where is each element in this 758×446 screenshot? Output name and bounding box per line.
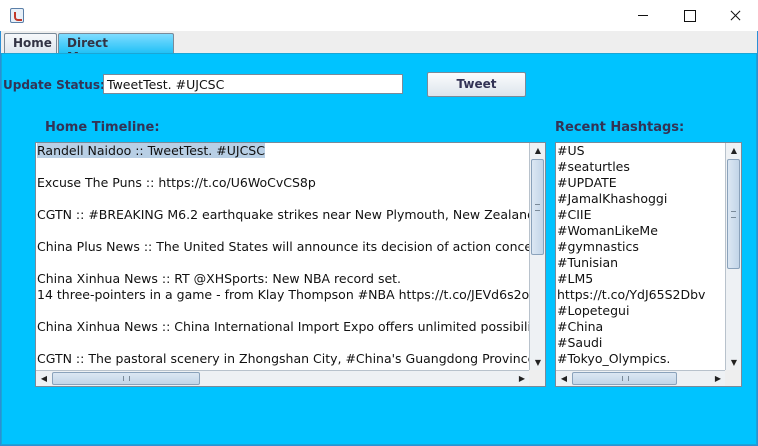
tweet-button[interactable]: Tweet <box>427 72 526 97</box>
list-item-text: #CIIE <box>557 207 592 222</box>
list-item[interactable]: Randell Naidoo :: TweetTest. #UJCSC <box>36 143 530 159</box>
timeline-vertical-scrollbar[interactable]: ▲ ▼ <box>529 143 545 371</box>
home-timeline-list[interactable]: Randell Naidoo :: TweetTest. #UJCSCExcus… <box>35 142 546 387</box>
list-item[interactable]: #LM5 <box>556 271 726 287</box>
scroll-thumb[interactable] <box>727 159 740 269</box>
close-button[interactable] <box>712 0 758 31</box>
list-item-text: China Plus News :: The United States wil… <box>37 239 530 254</box>
list-item-text: #Tunisian <box>557 255 619 270</box>
list-item-text: 14 three-pointers in a game - from Klay … <box>37 287 530 302</box>
tab-direct-messages[interactable]: Direct Messages <box>58 33 174 64</box>
tab-home[interactable]: Home <box>4 33 57 53</box>
list-item[interactable]: #WomanLikeMe <box>556 223 726 239</box>
scroll-down-arrow-icon[interactable]: ▼ <box>530 355 545 371</box>
list-item-text: #Lopetegui <box>557 303 630 318</box>
list-item[interactable]: #JamalKhashoggi <box>556 191 726 207</box>
list-item[interactable]: #gymnastics <box>556 239 726 255</box>
scroll-thumb[interactable] <box>52 372 200 385</box>
list-item[interactable] <box>36 303 530 319</box>
list-item[interactable]: China Xinhua News :: RT @XHSports: New N… <box>36 271 530 287</box>
list-item-text: #seaturtles <box>557 159 630 174</box>
title-bar <box>0 0 758 31</box>
scroll-corner <box>725 370 741 386</box>
scroll-left-arrow-icon[interactable]: ◀ <box>556 371 572 386</box>
recent-hashtags-list[interactable]: #US #seaturtles #UPDATE #JamalKhashoggi #CII… <box>555 142 742 387</box>
list-item[interactable]: 14 three-pointers in a game - from Klay … <box>36 287 530 303</box>
home-timeline-heading: Home Timeline: <box>45 120 160 135</box>
list-item[interactable] <box>36 191 530 207</box>
list-item[interactable]: Excuse The Puns :: https://t.co/U6WoCvCS… <box>36 175 530 191</box>
scroll-up-arrow-icon[interactable]: ▲ <box>726 143 741 159</box>
maximize-button[interactable] <box>666 0 712 31</box>
list-item[interactable]: #CIIE <box>556 207 726 223</box>
scroll-thumb[interactable] <box>572 372 677 385</box>
list-item-text: #Tokyo_Olympics. <box>557 351 671 366</box>
hashtags-vertical-scrollbar[interactable]: ▲ ▼ <box>725 143 741 371</box>
list-item[interactable]: China Plus News :: The United States wil… <box>36 239 530 255</box>
list-item-text: Excuse The Puns :: https://t.co/U6WoCvCS… <box>37 175 316 190</box>
list-item-text: #US <box>557 143 585 158</box>
list-item[interactable] <box>36 255 530 271</box>
recent-hashtags-heading: Recent Hashtags: <box>555 120 685 135</box>
list-item[interactable]: https://t.co/YdJ65S2Dbv <box>556 287 726 303</box>
list-item[interactable]: #Tunisian <box>556 255 726 271</box>
list-item-text: #UPDATE <box>557 175 617 190</box>
list-item[interactable] <box>36 159 530 175</box>
scroll-down-arrow-icon[interactable]: ▼ <box>726 355 741 371</box>
list-item-text: China Xinhua News :: China International… <box>37 319 530 334</box>
list-item-text: CGTN :: #BREAKING M6.2 earthquake strike… <box>37 207 530 222</box>
list-item-text: #Saudi <box>557 335 603 350</box>
scroll-right-arrow-icon[interactable]: ▶ <box>514 371 530 386</box>
hashtags-horizontal-scrollbar[interactable]: ◀ ▶ <box>556 370 726 386</box>
scroll-up-arrow-icon[interactable]: ▲ <box>530 143 545 159</box>
timeline-horizontal-scrollbar[interactable]: ◀ ▶ <box>36 370 530 386</box>
update-status-label: Update Status: <box>3 78 105 92</box>
list-item-text: China Xinhua News :: RT @XHSports: New N… <box>37 271 402 286</box>
list-item[interactable]: #US <box>556 143 726 159</box>
list-item-text: #LM5 <box>557 271 594 286</box>
timeline-lines: Randell Naidoo :: TweetTest. #UJCSCExcus… <box>36 143 530 371</box>
scroll-right-arrow-icon[interactable]: ▶ <box>710 371 726 386</box>
list-item[interactable]: CGTN :: The pastoral scenery in Zhongsha… <box>36 351 530 367</box>
list-item-text: #gymnastics <box>557 239 639 254</box>
list-item[interactable]: #UPDATE <box>556 175 726 191</box>
java-cup-icon <box>10 8 24 23</box>
list-item-text: #China <box>557 319 604 334</box>
list-item[interactable]: CGTN :: #BREAKING M6.2 earthquake strike… <box>36 207 530 223</box>
list-item-text: #WomanLikeMe <box>557 223 658 238</box>
list-item[interactable]: #Tokyo_Olympics. <box>556 351 726 367</box>
scroll-left-arrow-icon[interactable]: ◀ <box>36 371 52 386</box>
list-item[interactable] <box>36 223 530 239</box>
hashtag-lines: #US #seaturtles #UPDATE #JamalKhashoggi #CII… <box>556 143 726 371</box>
list-item-text: Randell Naidoo :: TweetTest. #UJCSC <box>37 143 265 158</box>
scroll-corner <box>529 370 545 386</box>
list-item[interactable]: #China <box>556 319 726 335</box>
list-item-text: #JamalKhashoggi <box>557 191 668 206</box>
list-item[interactable]: #seaturtles <box>556 159 726 175</box>
status-input[interactable]: TweetTest. #UJCSC <box>103 74 403 94</box>
scroll-thumb[interactable] <box>531 159 544 255</box>
list-item[interactable]: #Saudi <box>556 335 726 351</box>
list-item[interactable]: #Lopetegui <box>556 303 726 319</box>
list-item-text: CGTN :: The pastoral scenery in Zhongsha… <box>37 351 530 366</box>
list-item[interactable] <box>36 335 530 351</box>
minimize-button[interactable] <box>620 0 666 31</box>
list-item[interactable]: China Xinhua News :: China International… <box>36 319 530 335</box>
list-item-text: https://t.co/YdJ65S2Dbv <box>557 287 706 302</box>
